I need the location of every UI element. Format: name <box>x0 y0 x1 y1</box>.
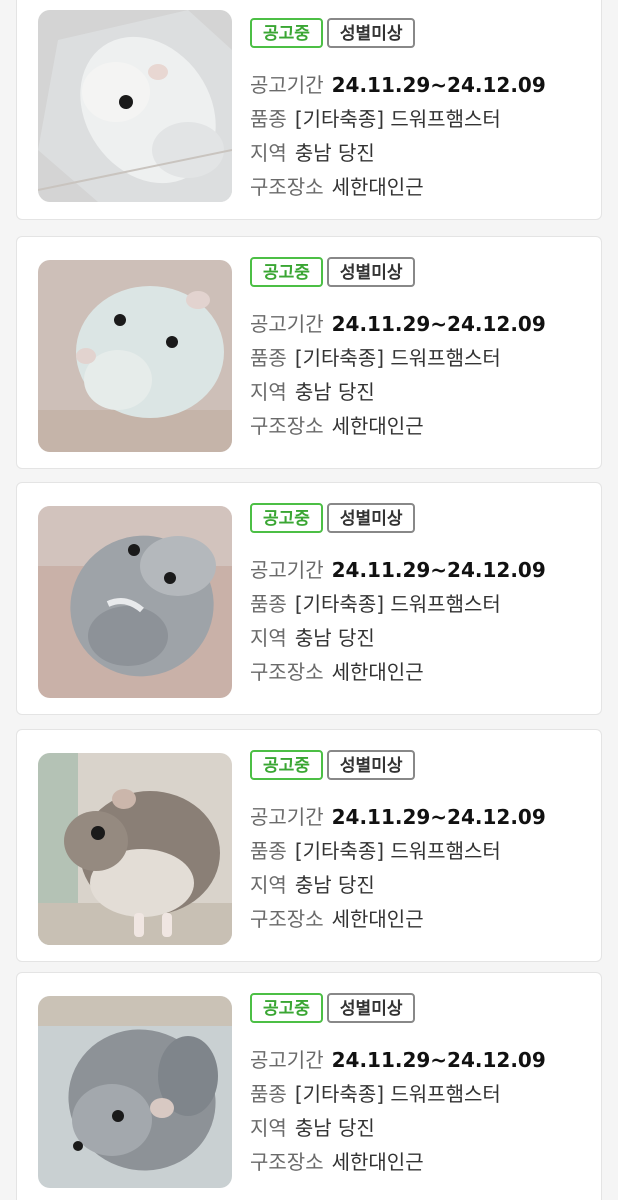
sex-badge: 성별미상 <box>326 993 416 1023</box>
region-value: 충남 당진 <box>294 626 375 650</box>
sex-badge: 성별미상 <box>326 257 416 287</box>
rescue-place-row: 구조장소 세한대인근 <box>250 655 590 689</box>
rescue-place-value: 세한대인근 <box>331 414 424 438</box>
breed-label: 품종 <box>250 107 287 131</box>
listing-card[interactable]: 공고중 성별미상 공고기간 24.11.29~24.12.09 품종 [기타축종] 드… <box>16 972 602 1200</box>
status-badge: 공고중 <box>250 18 323 48</box>
breed-value: [기타축종] 드워프햄스터 <box>294 839 501 863</box>
badge-group: 공고중 성별미상 <box>250 257 419 289</box>
pet-photo <box>38 506 232 698</box>
badge-group: 공고중 성별미상 <box>250 18 419 50</box>
period-row: 공고기간 24.11.29~24.12.09 <box>250 1043 590 1077</box>
badge-group: 공고중 성별미상 <box>250 750 419 782</box>
region-label: 지역 <box>250 873 287 897</box>
period-label: 공고기간 <box>250 1048 324 1072</box>
breed-value: [기타축종] 드워프햄스터 <box>294 107 501 131</box>
breed-row: 품종 [기타축종] 드워프햄스터 <box>250 834 590 868</box>
period-row: 공고기간 24.11.29~24.12.09 <box>250 307 590 341</box>
badge-group: 공고중 성별미상 <box>250 503 419 535</box>
breed-row: 품종 [기타축종] 드워프햄스터 <box>250 587 590 621</box>
listing-info: 공고기간 24.11.29~24.12.09 품종 [기타축종] 드워프햄스터 지역… <box>250 68 590 204</box>
period-value: 24.11.29~24.12.09 <box>331 312 546 336</box>
period-row: 공고기간 24.11.29~24.12.09 <box>250 68 590 102</box>
region-row: 지역 충남 당진 <box>250 868 590 902</box>
rescue-place-value: 세한대인근 <box>331 175 424 199</box>
region-row: 지역 충남 당진 <box>250 1111 590 1145</box>
region-value: 충남 당진 <box>294 141 375 165</box>
region-row: 지역 충남 당진 <box>250 136 590 170</box>
listing-info: 공고기간 24.11.29~24.12.09 품종 [기타축종] 드워프햄스터 지역… <box>250 1043 590 1179</box>
sex-badge: 성별미상 <box>326 18 416 48</box>
rescue-place-row: 구조장소 세한대인근 <box>250 902 590 936</box>
rescue-place-label: 구조장소 <box>250 414 324 438</box>
status-badge: 공고중 <box>250 993 323 1023</box>
breed-value: [기타축종] 드워프햄스터 <box>294 592 501 616</box>
breed-row: 품종 [기타축종] 드워프햄스터 <box>250 341 590 375</box>
region-label: 지역 <box>250 141 287 165</box>
breed-label: 품종 <box>250 346 287 370</box>
region-label: 지역 <box>250 380 287 404</box>
listing-list: 공고중 성별미상 공고기간 24.11.29~24.12.09 품종 [기타축종] 드… <box>0 0 618 1200</box>
breed-row: 품종 [기타축종] 드워프햄스터 <box>250 1077 590 1111</box>
breed-value: [기타축종] 드워프햄스터 <box>294 346 501 370</box>
status-badge: 공고중 <box>250 257 323 287</box>
rescue-place-value: 세한대인근 <box>331 907 424 931</box>
rescue-place-label: 구조장소 <box>250 660 324 684</box>
sex-badge: 성별미상 <box>326 503 416 533</box>
breed-label: 품종 <box>250 839 287 863</box>
breed-label: 품종 <box>250 1082 287 1106</box>
rescue-place-row: 구조장소 세한대인근 <box>250 409 590 443</box>
rescue-place-label: 구조장소 <box>250 1150 324 1174</box>
period-label: 공고기간 <box>250 73 324 97</box>
badge-group: 공고중 성별미상 <box>250 993 419 1025</box>
period-value: 24.11.29~24.12.09 <box>331 805 546 829</box>
period-value: 24.11.29~24.12.09 <box>331 1048 546 1072</box>
breed-row: 품종 [기타축종] 드워프햄스터 <box>250 102 590 136</box>
period-label: 공고기간 <box>250 312 324 336</box>
pet-photo <box>38 260 232 452</box>
listing-card[interactable]: 공고중 성별미상 공고기간 24.11.29~24.12.09 품종 [기타축종] 드… <box>16 0 602 220</box>
region-label: 지역 <box>250 1116 287 1140</box>
status-badge: 공고중 <box>250 750 323 780</box>
sex-badge: 성별미상 <box>326 750 416 780</box>
listing-info: 공고기간 24.11.29~24.12.09 품종 [기타축종] 드워프햄스터 지역… <box>250 307 590 443</box>
listing-info: 공고기간 24.11.29~24.12.09 품종 [기타축종] 드워프햄스터 지역… <box>250 553 590 689</box>
period-row: 공고기간 24.11.29~24.12.09 <box>250 553 590 587</box>
breed-label: 품종 <box>250 592 287 616</box>
rescue-place-label: 구조장소 <box>250 907 324 931</box>
period-label: 공고기간 <box>250 805 324 829</box>
period-row: 공고기간 24.11.29~24.12.09 <box>250 800 590 834</box>
rescue-place-row: 구조장소 세한대인근 <box>250 170 590 204</box>
region-value: 충남 당진 <box>294 873 375 897</box>
period-value: 24.11.29~24.12.09 <box>331 73 546 97</box>
breed-value: [기타축종] 드워프햄스터 <box>294 1082 501 1106</box>
rescue-place-value: 세한대인근 <box>331 1150 424 1174</box>
pet-photo <box>38 996 232 1188</box>
region-label: 지역 <box>250 626 287 650</box>
rescue-place-label: 구조장소 <box>250 175 324 199</box>
rescue-place-row: 구조장소 세한대인근 <box>250 1145 590 1179</box>
period-label: 공고기간 <box>250 558 324 582</box>
listing-card[interactable]: 공고중 성별미상 공고기간 24.11.29~24.12.09 품종 [기타축종] 드… <box>16 729 602 962</box>
region-value: 충남 당진 <box>294 380 375 404</box>
status-badge: 공고중 <box>250 503 323 533</box>
region-row: 지역 충남 당진 <box>250 375 590 409</box>
region-row: 지역 충남 당진 <box>250 621 590 655</box>
listing-card[interactable]: 공고중 성별미상 공고기간 24.11.29~24.12.09 품종 [기타축종] 드… <box>16 482 602 715</box>
region-value: 충남 당진 <box>294 1116 375 1140</box>
pet-photo <box>38 753 232 945</box>
rescue-place-value: 세한대인근 <box>331 660 424 684</box>
pet-photo <box>38 10 232 202</box>
listing-info: 공고기간 24.11.29~24.12.09 품종 [기타축종] 드워프햄스터 지역… <box>250 800 590 936</box>
period-value: 24.11.29~24.12.09 <box>331 558 546 582</box>
listing-card[interactable]: 공고중 성별미상 공고기간 24.11.29~24.12.09 품종 [기타축종] 드… <box>16 236 602 469</box>
